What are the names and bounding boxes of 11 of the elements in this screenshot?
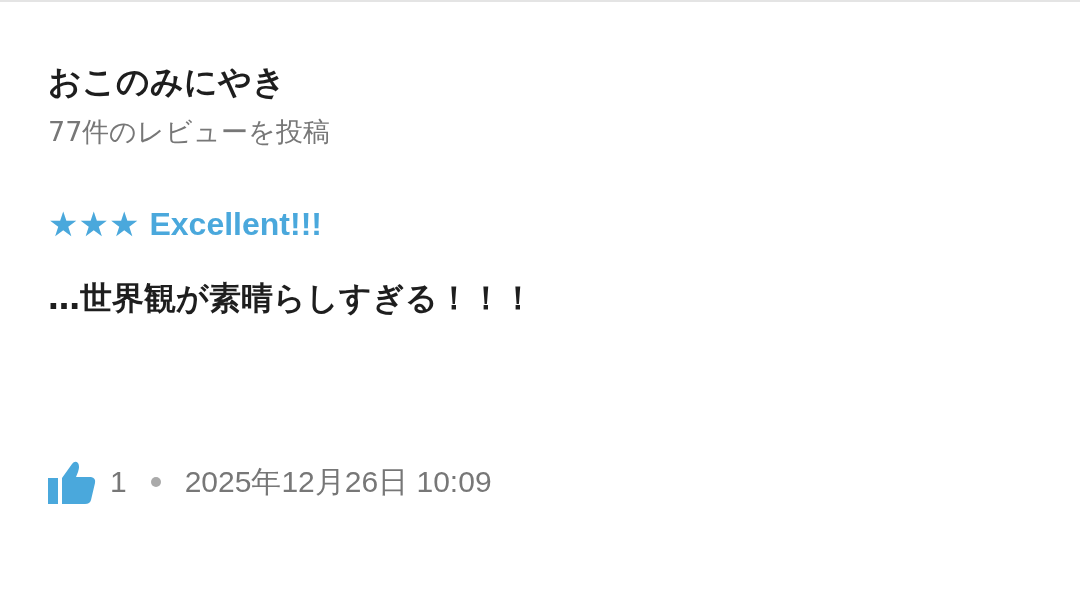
star-icon: ★ [78,204,109,244]
review-count: 77件のレビューを投稿 [48,115,332,149]
like-count: 1 [110,465,127,499]
review-date: 2025年12月26日 10:09 [184,463,492,500]
star-icon: ★ [108,204,140,244]
separator-dot [150,477,161,487]
thumbs-up-icon[interactable] [48,460,96,504]
review-text: …世界観が素晴らしすぎる！！！ [48,278,535,319]
review-headline: Excellent!!! [149,205,322,244]
reviewer-name: おこのみにやき [48,61,287,103]
star-icon: ★ [48,204,79,244]
